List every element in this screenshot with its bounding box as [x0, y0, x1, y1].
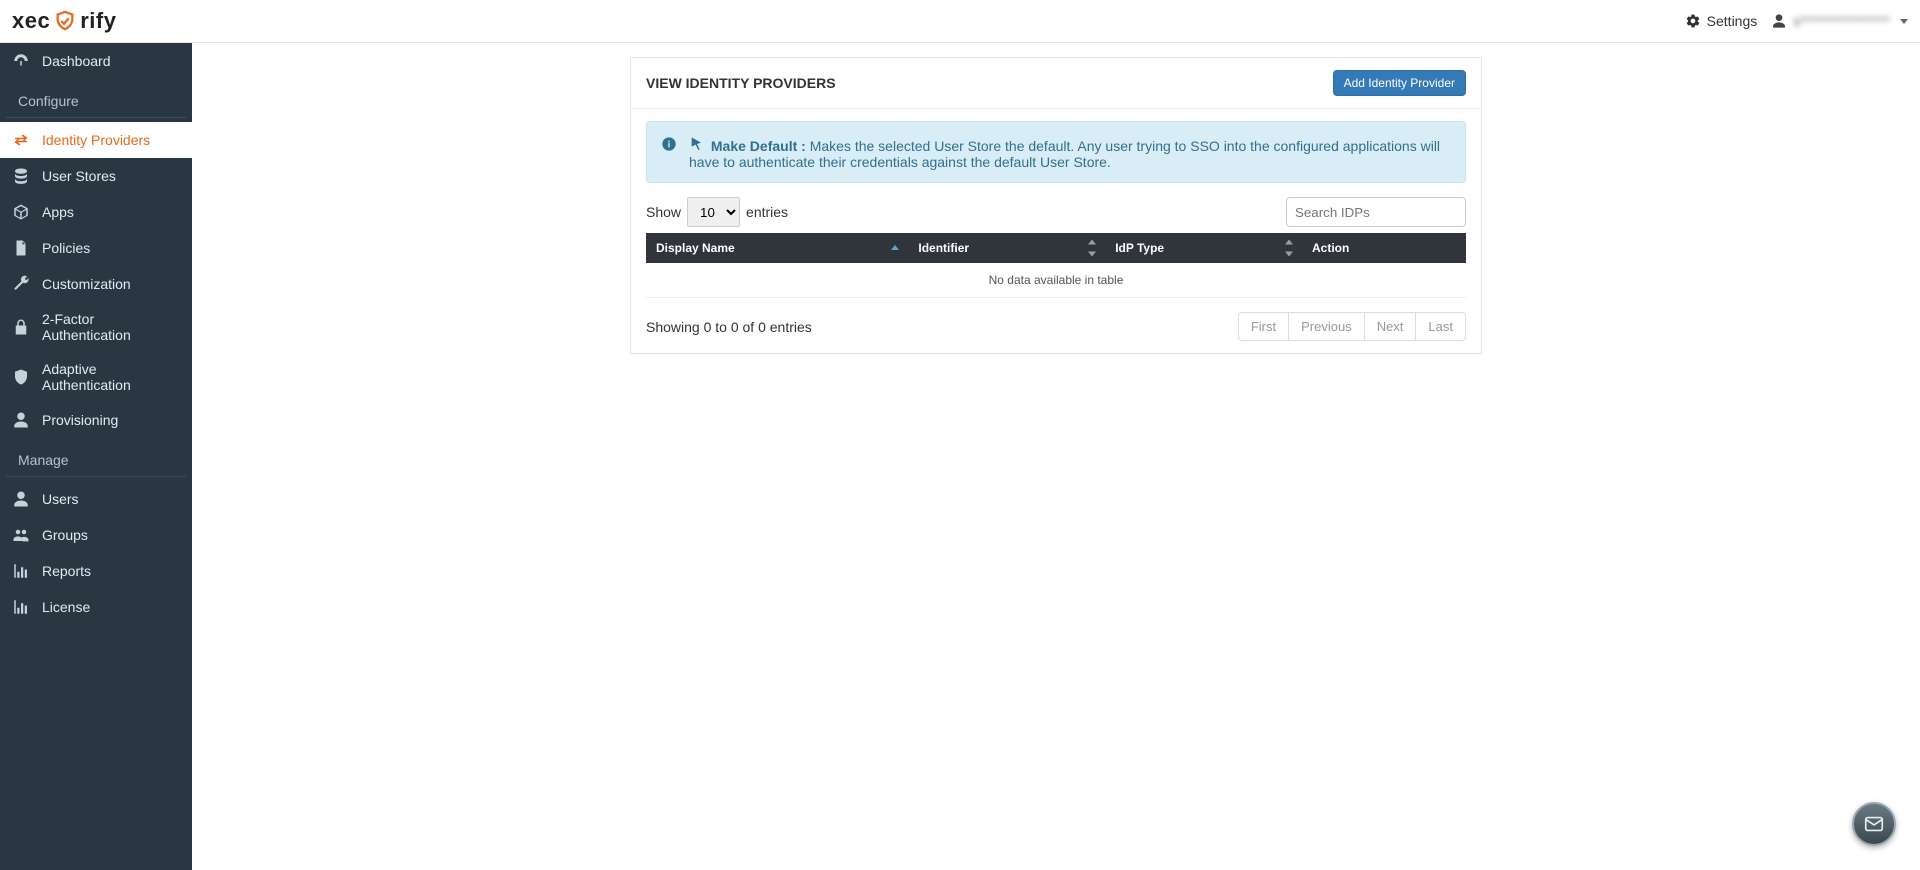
- col-idp-type[interactable]: IdP Type: [1105, 233, 1302, 263]
- add-identity-provider-button[interactable]: Add Identity Provider: [1333, 70, 1466, 96]
- length-control: Show 10 entries: [646, 197, 788, 227]
- panel-identity-providers: VIEW IDENTITY PROVIDERS Add Identity Pro…: [630, 57, 1482, 354]
- sidebar-item-license[interactable]: License: [0, 589, 192, 625]
- user-email: s***************: [1793, 13, 1890, 29]
- shield-icon: [12, 368, 30, 386]
- sidebar-item-users[interactable]: Users: [0, 481, 192, 517]
- col-identifier[interactable]: Identifier: [908, 233, 1105, 263]
- caret-down-icon: [1900, 19, 1908, 24]
- sidebar-item-label: 2-Factor Authentication: [42, 311, 180, 343]
- content-area: VIEW IDENTITY PROVIDERS Add Identity Pro…: [192, 43, 1920, 870]
- sort-asc-icon: [890, 243, 900, 253]
- datatable-footer: Showing 0 to 0 of 0 entries First Previo…: [646, 312, 1466, 341]
- alert-strong: Make Default :: [711, 138, 806, 154]
- length-select[interactable]: 10: [687, 197, 740, 227]
- page-first[interactable]: First: [1238, 312, 1289, 341]
- page-last[interactable]: Last: [1415, 312, 1466, 341]
- sidebar-item-label: Reports: [42, 563, 91, 579]
- panel-header: VIEW IDENTITY PROVIDERS Add Identity Pro…: [631, 58, 1481, 109]
- exchange-icon: [12, 131, 30, 149]
- search-input[interactable]: [1286, 197, 1466, 227]
- info-icon: [661, 136, 677, 152]
- brand-right: rify: [80, 8, 116, 34]
- database-icon: [12, 167, 30, 185]
- empty-text: No data available in table: [646, 263, 1466, 298]
- sidebar-item-label: Identity Providers: [42, 132, 150, 148]
- dashboard-icon: [12, 52, 30, 70]
- sort-both-icon: [1087, 238, 1097, 259]
- user-icon: [12, 490, 30, 508]
- sidebar-item-policies[interactable]: Policies: [0, 230, 192, 266]
- sidebar-item-reports[interactable]: Reports: [0, 553, 192, 589]
- settings-link[interactable]: Settings: [1685, 13, 1758, 29]
- gear-icon: [1685, 13, 1701, 29]
- shield-check-icon: [52, 10, 78, 32]
- sidebar-item-user-stores[interactable]: User Stores: [0, 158, 192, 194]
- sidebar-item-provisioning[interactable]: Provisioning: [0, 402, 192, 438]
- sidebar-item-identity-providers[interactable]: Identity Providers: [0, 122, 192, 158]
- sidebar-item-apps[interactable]: Apps: [0, 194, 192, 230]
- table-row-empty: No data available in table: [646, 263, 1466, 298]
- sidebar-item-label: User Stores: [42, 168, 116, 184]
- user-icon: [12, 411, 30, 429]
- sidebar-item-label: Policies: [42, 240, 90, 256]
- sidebar-item-label: Dashboard: [42, 53, 111, 69]
- user-menu[interactable]: s***************: [1771, 13, 1908, 29]
- panel-title: VIEW IDENTITY PROVIDERS: [646, 75, 836, 91]
- sidebar-item-label: Provisioning: [42, 412, 118, 428]
- sidebar-item-label: Groups: [42, 527, 88, 543]
- sidebar-item-label: Adaptive Authentication: [42, 361, 180, 393]
- chart-icon: [12, 562, 30, 580]
- cube-icon: [12, 203, 30, 221]
- mail-icon: [1863, 813, 1885, 835]
- identity-providers-table: Display Name Identifier: [646, 233, 1466, 298]
- datatable-toolbar: Show 10 entries: [646, 197, 1466, 227]
- file-icon: [12, 239, 30, 257]
- sidebar-item-label: Customization: [42, 276, 131, 292]
- chart-icon: [12, 598, 30, 616]
- sidebar-item-groups[interactable]: Groups: [0, 517, 192, 553]
- wrench-icon: [12, 275, 30, 293]
- topbar-actions: Settings s***************: [1685, 13, 1908, 29]
- user-icon: [1771, 13, 1787, 29]
- sidebar-item-label: License: [42, 599, 90, 615]
- sidebar-item-label: Apps: [42, 204, 74, 220]
- sidebar-item-customization[interactable]: Customization: [0, 266, 192, 302]
- sidebar-section-configure: Configure: [6, 85, 186, 118]
- panel-body: Make Default : Makes the selected User S…: [631, 109, 1481, 353]
- sidebar-item-2fa[interactable]: 2-Factor Authentication: [0, 302, 192, 352]
- sidebar-section-manage: Manage: [6, 444, 186, 477]
- users-icon: [12, 526, 30, 544]
- col-display-name[interactable]: Display Name: [646, 233, 908, 263]
- settings-label: Settings: [1707, 13, 1758, 29]
- sort-both-icon: [1284, 238, 1294, 259]
- brand-logo[interactable]: xec rify: [12, 8, 116, 34]
- pagination: First Previous Next Last: [1239, 312, 1466, 341]
- sidebar-item-adaptive-auth[interactable]: Adaptive Authentication: [0, 352, 192, 402]
- alert-info: Make Default : Makes the selected User S…: [646, 121, 1466, 183]
- search-wrap: [1286, 197, 1466, 227]
- contact-fab[interactable]: [1852, 802, 1896, 846]
- col-action: Action: [1302, 233, 1466, 263]
- page-next[interactable]: Next: [1364, 312, 1417, 341]
- table-info: Showing 0 to 0 of 0 entries: [646, 319, 812, 335]
- sidebar: Dashboard Configure Identity Providers U…: [0, 43, 192, 870]
- length-prefix: Show: [646, 204, 681, 220]
- brand-left: xec: [12, 8, 50, 34]
- topbar: xec rify Settings s***************: [0, 0, 1920, 43]
- sidebar-item-dashboard[interactable]: Dashboard: [0, 43, 192, 79]
- lock-icon: [12, 318, 30, 336]
- cursor-icon: [689, 136, 705, 152]
- length-suffix: entries: [746, 204, 788, 220]
- page-previous[interactable]: Previous: [1288, 312, 1365, 341]
- sidebar-item-label: Users: [42, 491, 79, 507]
